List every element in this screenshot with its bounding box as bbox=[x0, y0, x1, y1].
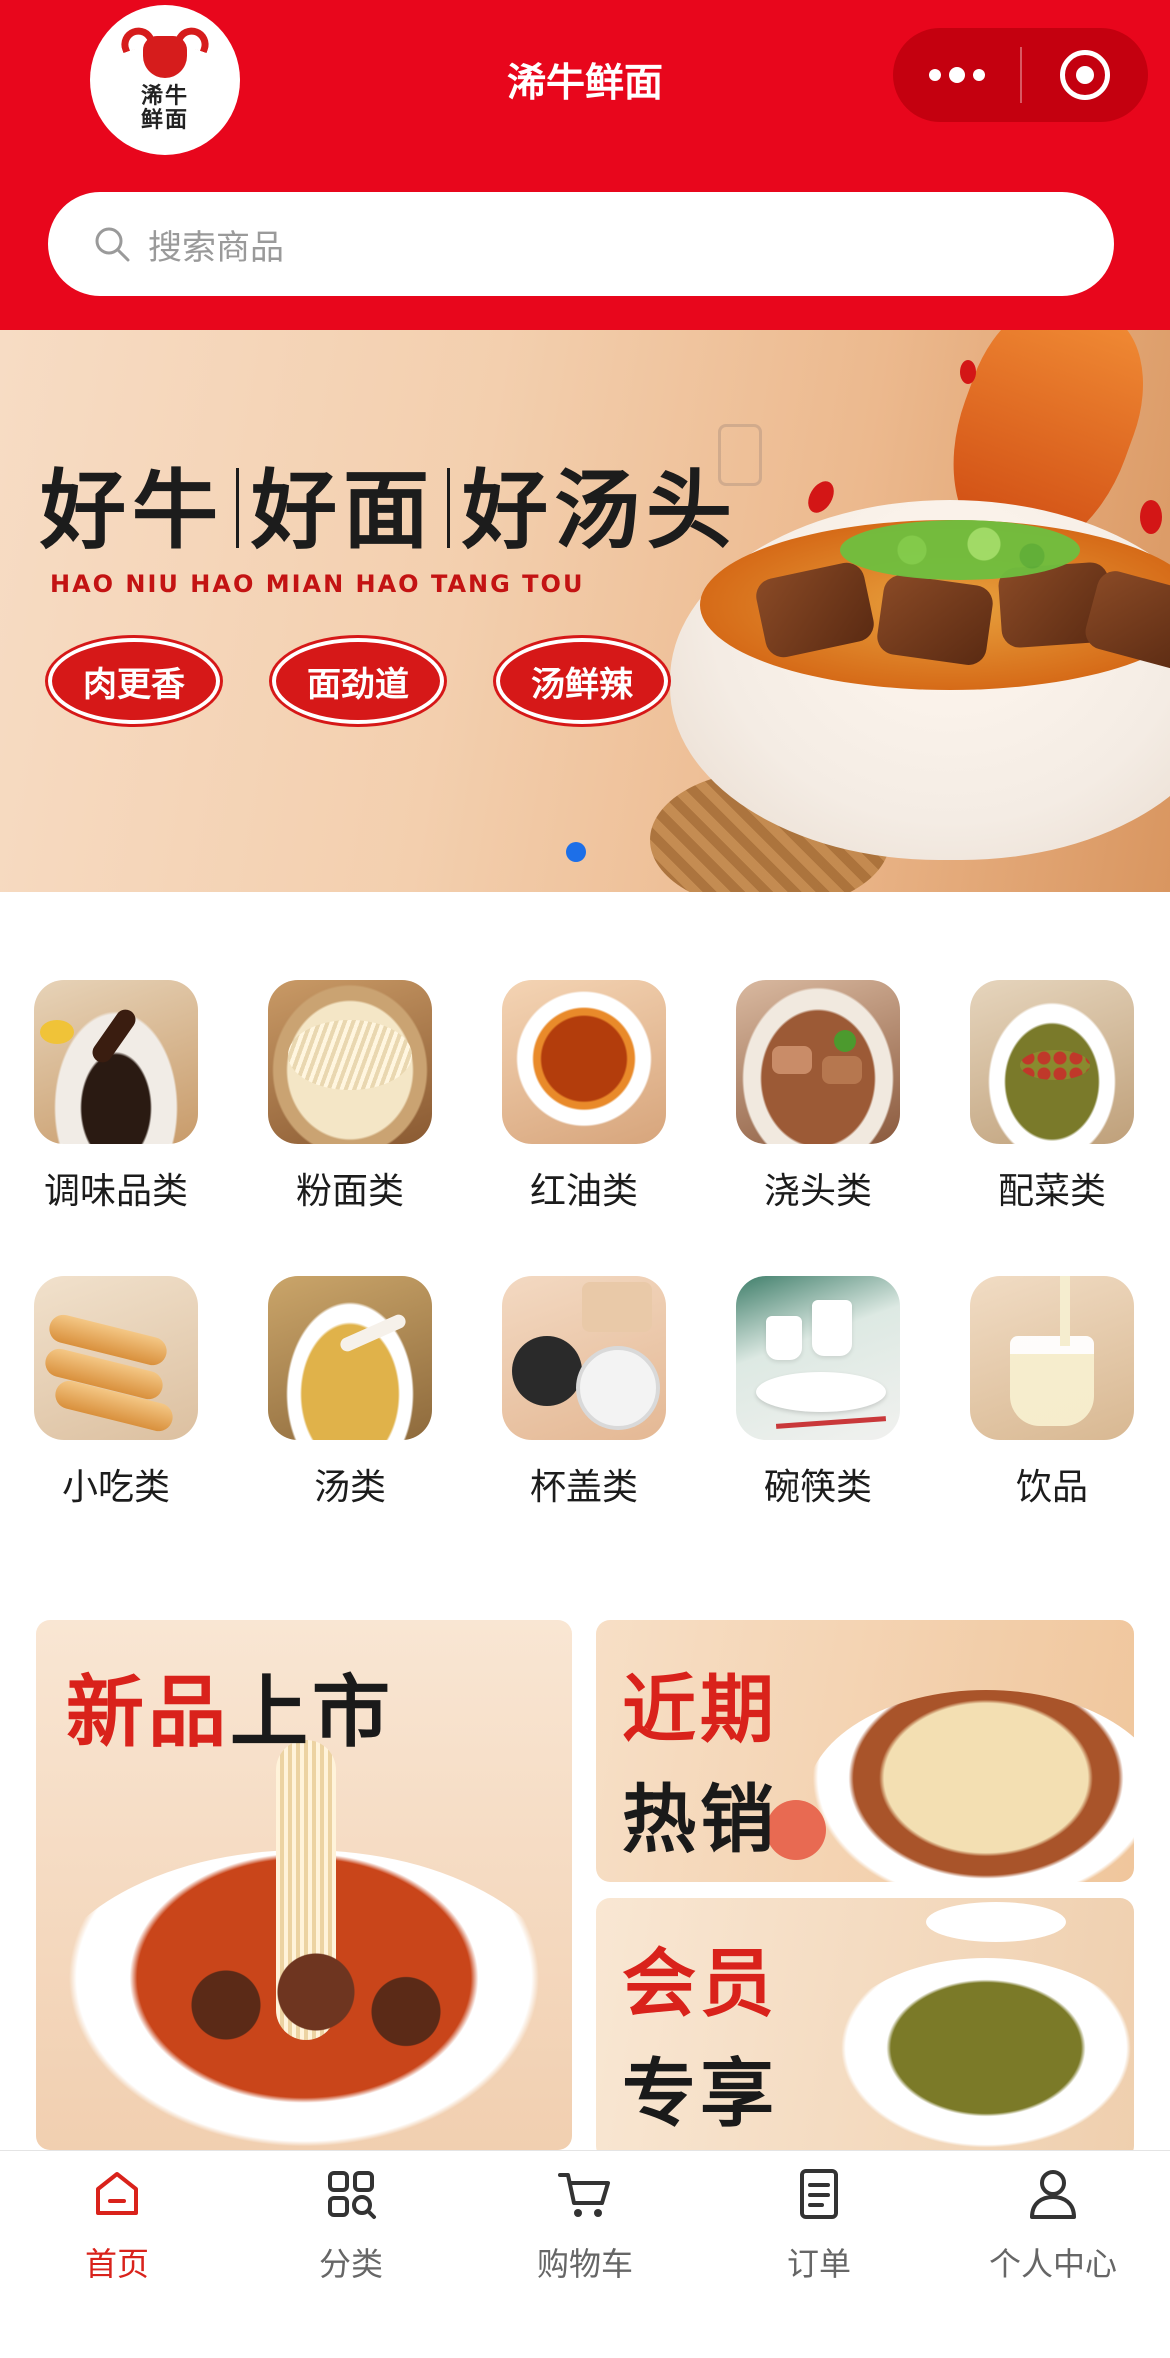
tab-home[interactable]: 首页 bbox=[0, 2165, 234, 2295]
tab-category[interactable]: 分类 bbox=[234, 2165, 468, 2295]
home-icon bbox=[96, 2172, 138, 2215]
promo-subtitle: 热销 bbox=[622, 1777, 778, 1863]
search-input[interactable]: 搜索商品 bbox=[148, 220, 284, 269]
category-label: 红油类 bbox=[529, 1171, 638, 1212]
category-item[interactable]: 红油类 bbox=[502, 980, 666, 1240]
promo-title-part: 新品 bbox=[66, 1667, 231, 1758]
category-label: 调味品类 bbox=[43, 1171, 188, 1212]
new-arrivals-tile[interactable]: 新品上市 bbox=[36, 1620, 572, 2150]
tab-label: 个人中心 bbox=[988, 2245, 1117, 2283]
order-icon bbox=[800, 2169, 838, 2219]
banner-decoration bbox=[960, 360, 976, 384]
tab-profile[interactable]: 个人中心 bbox=[936, 2165, 1170, 2295]
hot-sales-tile[interactable]: 近期 热销 bbox=[596, 1620, 1134, 1882]
promo-title-part: 上市 bbox=[230, 1667, 395, 1758]
category-item[interactable]: 粉面类 bbox=[268, 980, 432, 1240]
search-bar[interactable]: 搜索商品 bbox=[48, 192, 1114, 296]
chili-oil-icon bbox=[502, 980, 666, 1144]
app-header: 浠牛鲜面 浠牛鲜面 搜索商品 bbox=[0, 0, 1170, 330]
promo-title: 近期 bbox=[622, 1667, 778, 1753]
category-label: 浇头类 bbox=[763, 1171, 872, 1212]
category-item[interactable]: 杯盖类 bbox=[502, 1276, 666, 1536]
tab-label: 分类 bbox=[318, 2245, 383, 2283]
category-item[interactable]: 小吃类 bbox=[34, 1276, 198, 1536]
side-dish-image bbox=[826, 1958, 1134, 2158]
search-icon bbox=[95, 227, 130, 262]
more-dots-icon bbox=[928, 69, 941, 81]
tab-label: 首页 bbox=[84, 2245, 149, 2283]
banner-decoration bbox=[840, 520, 1080, 580]
banner-badge: 面劲道 bbox=[272, 638, 444, 724]
carousel-indicator[interactable] bbox=[566, 842, 586, 862]
promo-decoration bbox=[926, 1902, 1066, 1942]
category-label: 汤类 bbox=[313, 1467, 386, 1508]
member-exclusive-tile[interactable]: 会员 专享 bbox=[596, 1898, 1134, 2160]
beef-topping-icon bbox=[736, 980, 900, 1144]
tab-label: 订单 bbox=[786, 2245, 851, 2283]
more-dots-icon bbox=[972, 69, 985, 81]
category-item[interactable]: 调味品类 bbox=[34, 980, 198, 1240]
headline-part: 好汤头 bbox=[462, 460, 738, 561]
banner-decoration bbox=[802, 476, 840, 518]
promo-banner[interactable]: 好牛 好面 好汤头 HAO NIU HAO MIAN HAO TANG TOU 肉更… bbox=[0, 330, 1170, 892]
category-label: 饮品 bbox=[1015, 1467, 1088, 1508]
promo-decoration bbox=[166, 1940, 466, 2070]
side-dish-icon bbox=[970, 980, 1134, 1144]
cart-icon bbox=[558, 2173, 610, 2217]
promo-title: 新品上市 bbox=[66, 1650, 394, 1762]
mini-program-capsule bbox=[893, 28, 1148, 122]
soup-icon bbox=[268, 1276, 432, 1440]
bottom-tab-bar: 首页 分类 购物车 订单 个人中心 bbox=[0, 2150, 1170, 2358]
more-menu-button[interactable] bbox=[893, 28, 1020, 122]
tab-cart[interactable]: 购物车 bbox=[468, 2165, 702, 2295]
category-item[interactable]: 饮品 bbox=[970, 1276, 1134, 1536]
headline-part: 好面 bbox=[251, 460, 435, 561]
category-item[interactable]: 碗筷类 bbox=[736, 1276, 900, 1536]
category-item[interactable]: 汤类 bbox=[268, 1276, 432, 1536]
category-label: 碗筷类 bbox=[763, 1467, 872, 1508]
banner-headline: 好牛 好面 好汤头 bbox=[40, 440, 738, 565]
close-program-button[interactable] bbox=[1022, 28, 1148, 122]
noodles-icon bbox=[268, 980, 432, 1144]
cup-lid-icon bbox=[502, 1276, 666, 1440]
category-label: 小吃类 bbox=[61, 1467, 170, 1508]
banner-pinyin: HAO NIU HAO MIAN HAO TANG TOU bbox=[50, 570, 585, 598]
banner-badge: 汤鲜辣 bbox=[496, 638, 668, 724]
banner-badge: 肉更香 bbox=[48, 638, 220, 724]
category-item[interactable]: 浇头类 bbox=[736, 980, 900, 1240]
category-label: 配菜类 bbox=[997, 1171, 1106, 1212]
category-label: 杯盖类 bbox=[529, 1467, 638, 1508]
category-icon bbox=[328, 2171, 376, 2219]
category-item[interactable]: 配菜类 bbox=[970, 980, 1134, 1240]
tab-orders[interactable]: 订单 bbox=[702, 2165, 936, 2295]
snack-icon bbox=[34, 1276, 198, 1440]
banner-decoration bbox=[1140, 500, 1162, 534]
user-icon bbox=[1030, 2170, 1076, 2219]
promo-title: 会员 bbox=[622, 1941, 778, 2027]
sauce-bowl-icon bbox=[34, 980, 198, 1144]
tab-label: 购物车 bbox=[536, 2245, 633, 2283]
target-icon bbox=[1060, 50, 1110, 100]
noodle-bowl-image bbox=[806, 1690, 1134, 1882]
bowl-chopsticks-icon bbox=[736, 1276, 900, 1440]
category-label: 粉面类 bbox=[295, 1171, 404, 1212]
drink-icon bbox=[970, 1276, 1134, 1440]
banner-decoration bbox=[874, 572, 996, 668]
headline-part: 好牛 bbox=[40, 460, 224, 561]
more-dots-icon bbox=[948, 67, 965, 83]
promo-subtitle: 专享 bbox=[622, 2051, 778, 2137]
